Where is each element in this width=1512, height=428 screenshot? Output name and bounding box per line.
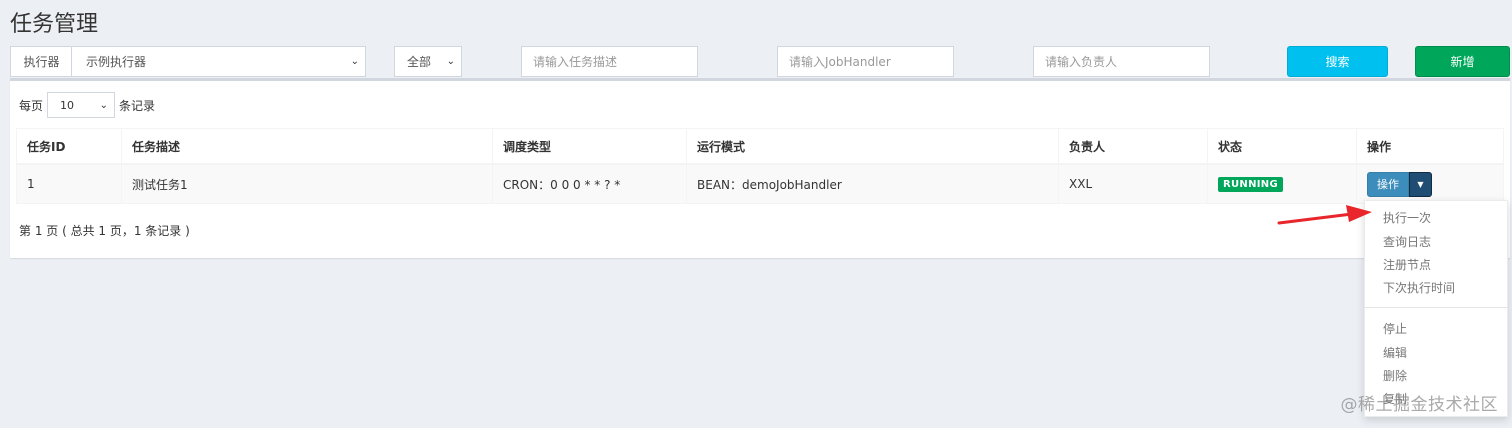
job-handler-input[interactable]: 请输入JobHandler (777, 46, 954, 77)
op-dropdown-toggle[interactable]: ▼ (1409, 171, 1432, 197)
watermark: @稀土掘金技术社区 (1340, 395, 1498, 415)
col-header-id[interactable]: 任务ID (16, 128, 122, 165)
chevron-down-icon: ⌄ (446, 56, 455, 67)
page-title: 任务管理 (10, 12, 99, 37)
menu-item-next-trigger-time[interactable]: 下次执行时间 (1383, 279, 1455, 296)
cell-op: 操作 ▼ (1356, 163, 1504, 204)
chevron-down-icon: ⌄ (350, 56, 359, 67)
menu-item-registry-nodes[interactable]: 注册节点 (1383, 256, 1431, 273)
menu-item-stop[interactable]: 停止 (1383, 320, 1407, 337)
page-info: 第 1 页 ( 总共 1 页，1 条记录 ) (19, 224, 190, 238)
page-length-select[interactable]: 10 ⌄ (47, 92, 116, 118)
menu-item-query-log[interactable]: 查询日志 (1383, 233, 1431, 250)
menu-item-delete[interactable]: 删除 (1383, 367, 1407, 384)
caret-down-icon: ▼ (1417, 179, 1424, 189)
table-header-row: 任务ID 任务描述 调度类型 运行模式 负责人 状态 操作 (16, 128, 1504, 165)
col-header-author[interactable]: 负责人 (1058, 128, 1208, 165)
col-header-desc[interactable]: 任务描述 (121, 128, 493, 165)
menu-item-edit[interactable]: 编辑 (1383, 344, 1407, 361)
op-button-group: 操作 ▼ (1367, 171, 1432, 197)
status-select[interactable]: 全部 ⌄ (394, 46, 462, 77)
status-badge: RUNNING (1218, 177, 1283, 192)
col-header-op: 操作 (1356, 128, 1504, 165)
op-button[interactable]: 操作 (1367, 171, 1409, 197)
col-header-mode[interactable]: 运行模式 (686, 128, 1059, 165)
op-dropdown-menu: 执行一次 查询日志 注册节点 下次执行时间 停止 编辑 删除 复制 (1364, 200, 1508, 417)
job-desc-input[interactable]: 请输入任务描述 (521, 46, 698, 77)
job-table: 任务ID 任务描述 调度类型 运行模式 负责人 状态 操作 1 测试任务1 CR… (16, 128, 1504, 204)
executor-select[interactable]: 示例执行器 ⌄ (71, 46, 366, 77)
chevron-down-icon: ⌄ (99, 99, 109, 111)
menu-divider (1365, 307, 1507, 308)
cell-mode: BEAN：demoJobHandler (686, 163, 1059, 204)
col-header-schedule[interactable]: 调度类型 (492, 128, 687, 165)
page-length-prefix: 每页 (19, 98, 44, 113)
page-length-value: 10 (60, 98, 75, 112)
cell-status: RUNNING (1207, 163, 1357, 204)
executor-select-value: 示例执行器 (86, 55, 147, 69)
add-button[interactable]: 新增 (1415, 46, 1510, 77)
cell-schedule: CRON：0 0 0 * * ? * (492, 163, 687, 204)
search-button[interactable]: 搜索 (1287, 46, 1388, 77)
cell-id: 1 (16, 163, 122, 204)
cell-desc: 测试任务1 (121, 163, 493, 204)
page-length: 每页 10 ⌄ 条记录 (19, 92, 155, 118)
cell-author: XXL (1058, 163, 1208, 204)
table-row: 1 测试任务1 CRON：0 0 0 * * ? * BEAN：demoJobH… (16, 163, 1504, 204)
status-select-value: 全部 (407, 55, 432, 69)
job-table-box: 每页 10 ⌄ 条记录 任务ID 任务描述 调度类型 运行模式 负责人 状态 操… (10, 78, 1510, 258)
menu-item-trigger-once[interactable]: 执行一次 (1383, 209, 1431, 226)
author-input[interactable]: 请输入负责人 (1033, 46, 1210, 77)
filter-row: 执行器 示例执行器 ⌄ 全部 ⌄ 请输入任务描述 请输入JobHandler 请… (10, 46, 1510, 77)
page-length-suffix: 条记录 (119, 98, 156, 113)
col-header-status[interactable]: 状态 (1207, 128, 1357, 165)
executor-label: 执行器 (10, 46, 72, 77)
